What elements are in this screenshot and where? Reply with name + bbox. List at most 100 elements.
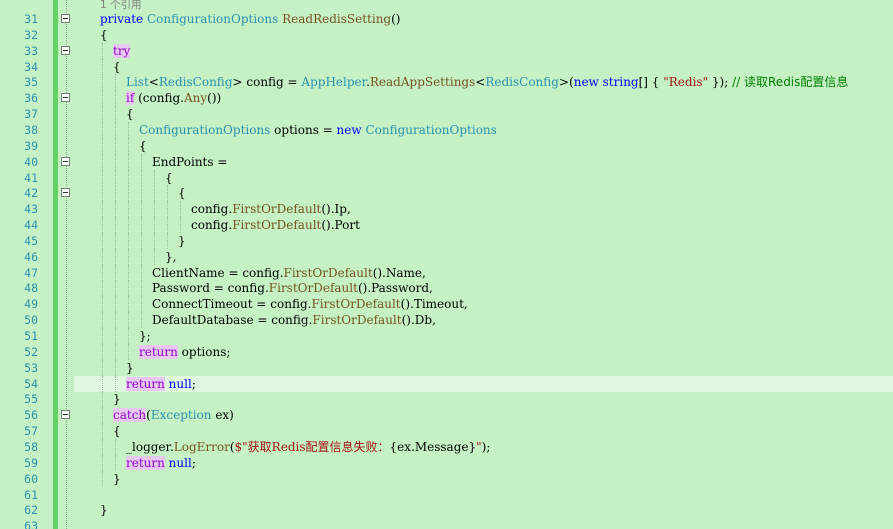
code-text[interactable]: config.FirstOrDefault().Ip, (191, 201, 351, 217)
code-line[interactable]: 34 { (0, 58, 893, 75)
code-text[interactable]: catch(Exception ex) (113, 407, 234, 423)
code-line[interactable]: 62} (0, 502, 893, 518)
code-text[interactable]: } (113, 391, 121, 407)
code-line[interactable]: 42 { (0, 185, 893, 202)
code-line[interactable]: 52 return options; (0, 343, 893, 360)
code-token: EndPoints = (152, 154, 228, 169)
code-line[interactable]: 49 ConnectTimeout = config.FirstOrDefault… (0, 296, 893, 313)
code-text[interactable]: List<RedisConfig> config = AppHelper.Rea… (126, 74, 848, 90)
code-line[interactable]: 47 ClientName = config.FirstOrDefault().N… (0, 264, 893, 281)
code-text[interactable]: } (100, 502, 108, 518)
code-text[interactable]: ClientName = config.FirstOrDefault().Nam… (152, 265, 426, 281)
code-text[interactable]: ConfigurationOptions options = new Confi… (139, 122, 497, 138)
code-text[interactable]: ConnectTimeout = config.FirstOrDefault()… (152, 296, 468, 312)
code-text[interactable]: _logger.LogError($"获取Redis配置信息失败：{ex.Mes… (126, 439, 490, 455)
code-line[interactable]: 41 { (0, 169, 893, 186)
indent-guide (128, 248, 130, 265)
indent-guide (115, 359, 117, 376)
code-line[interactable]: 54 return null; (0, 375, 893, 392)
code-line[interactable]: 61 (0, 487, 893, 503)
code-token: null (164, 455, 192, 470)
code-line[interactable]: 40 EndPoints = (0, 153, 893, 170)
code-line[interactable]: 39 { (0, 137, 893, 154)
code-text[interactable]: Password = config.FirstOrDefault().Passw… (152, 280, 433, 296)
line-number: 53 (24, 360, 38, 375)
code-line[interactable]: 36 if (config.Any()) (0, 90, 893, 107)
code-line[interactable]: 33 try (0, 42, 893, 59)
code-token: null (164, 376, 192, 391)
indent-guide (102, 42, 104, 59)
code-token: } (178, 233, 186, 248)
indent-guide (115, 328, 117, 344)
line-number: 57 (24, 424, 38, 439)
code-text[interactable]: config.FirstOrDefault().Port (191, 217, 360, 233)
code-line[interactable]: 46}, (0, 248, 893, 265)
code-text[interactable]: } (113, 471, 121, 487)
code-line[interactable]: 56 catch(Exception ex) (0, 407, 893, 424)
code-line[interactable]: 55} (0, 391, 893, 408)
code-text[interactable]: { (100, 27, 108, 43)
code-line[interactable]: 43 config.FirstOrDefault().Ip, (0, 201, 893, 218)
code-token: }; (139, 329, 151, 343)
code-line[interactable]: 59 return null; (0, 454, 893, 471)
indent-guide (102, 248, 104, 265)
line-number: 40 (24, 154, 38, 169)
line-number: 34 (24, 59, 38, 74)
code-text[interactable]: if (config.Any()) (126, 90, 221, 106)
code-text[interactable]: } (126, 360, 134, 376)
code-line[interactable]: 38 ConfigurationOptions options = new Con… (0, 121, 893, 138)
line-number: 63 (24, 519, 38, 529)
code-text[interactable]: return options; (139, 344, 230, 360)
code-text[interactable]: { (178, 185, 186, 201)
indent-guide (128, 280, 130, 297)
indent-guide (141, 296, 143, 313)
code-line[interactable]: 44 config.FirstOrDefault().Port (0, 217, 893, 234)
code-token: Exception (150, 408, 212, 423)
indent-guide (141, 232, 143, 249)
code-line[interactable]: 51}; (0, 328, 893, 344)
code-line[interactable]: 57 { (0, 423, 893, 440)
code-line[interactable]: 37 { (0, 106, 893, 123)
code-text[interactable]: return null; (126, 455, 196, 471)
code-line[interactable]: 31 private ConfigurationOptions ReadRedis… (0, 11, 893, 27)
code-line[interactable]: 60} (0, 470, 893, 487)
code-text[interactable]: private ConfigurationOptions ReadRedisSe… (100, 11, 401, 27)
code-text[interactable]: { (126, 106, 134, 122)
code-line[interactable]: 35 List<RedisConfig> config = AppHelper.R… (0, 74, 893, 91)
code-token: ConfigurationOptions (365, 122, 497, 137)
code-line[interactable]: 63 (0, 518, 893, 529)
code-token: { (139, 138, 147, 153)
code-line[interactable]: 58 _logger.LogError($"获取Redis配置信息失败：{ex.M… (0, 438, 893, 455)
indent-guide (128, 343, 130, 360)
code-text[interactable]: DefaultDatabase = config.FirstOrDefault(… (152, 312, 436, 328)
code-token: return (139, 344, 178, 359)
code-text[interactable]: { (139, 138, 147, 154)
code-line[interactable]: 32 { (0, 27, 893, 43)
code-line[interactable]: 50 DefaultDatabase = config.FirstOrDefaul… (0, 312, 893, 329)
code-text[interactable]: { (113, 423, 121, 439)
line-number: 52 (24, 344, 38, 359)
code-editor[interactable]: 1 个引用 31 private ConfigurationOptions Rea… (0, 0, 893, 529)
code-token: List (126, 75, 149, 90)
code-token: ConfigurationOptions (139, 122, 275, 137)
code-line[interactable]: 48 Password = config.FirstOrDefault().Pas… (0, 280, 893, 297)
indent-guide (115, 169, 117, 186)
code-text[interactable]: } (178, 233, 186, 249)
code-text[interactable]: try (113, 43, 131, 59)
code-line[interactable]: 53} (0, 359, 893, 376)
code-token: {ex.Message} (389, 439, 477, 454)
code-text[interactable]: { (165, 170, 173, 186)
indent-guide (115, 201, 117, 218)
line-number: 43 (24, 202, 38, 217)
indent-guide (115, 232, 117, 249)
indent-guide (102, 359, 104, 376)
indent-guide (128, 217, 130, 234)
code-text[interactable]: }, (165, 249, 176, 265)
code-text[interactable]: return null; (126, 376, 196, 392)
code-text[interactable]: { (113, 59, 121, 75)
code-text[interactable]: }; (139, 328, 151, 344)
code-text[interactable]: EndPoints = (152, 154, 227, 170)
code-token: ().Timeout, (400, 297, 468, 312)
indent-guide (115, 375, 117, 392)
code-line[interactable]: 45} (0, 232, 893, 249)
